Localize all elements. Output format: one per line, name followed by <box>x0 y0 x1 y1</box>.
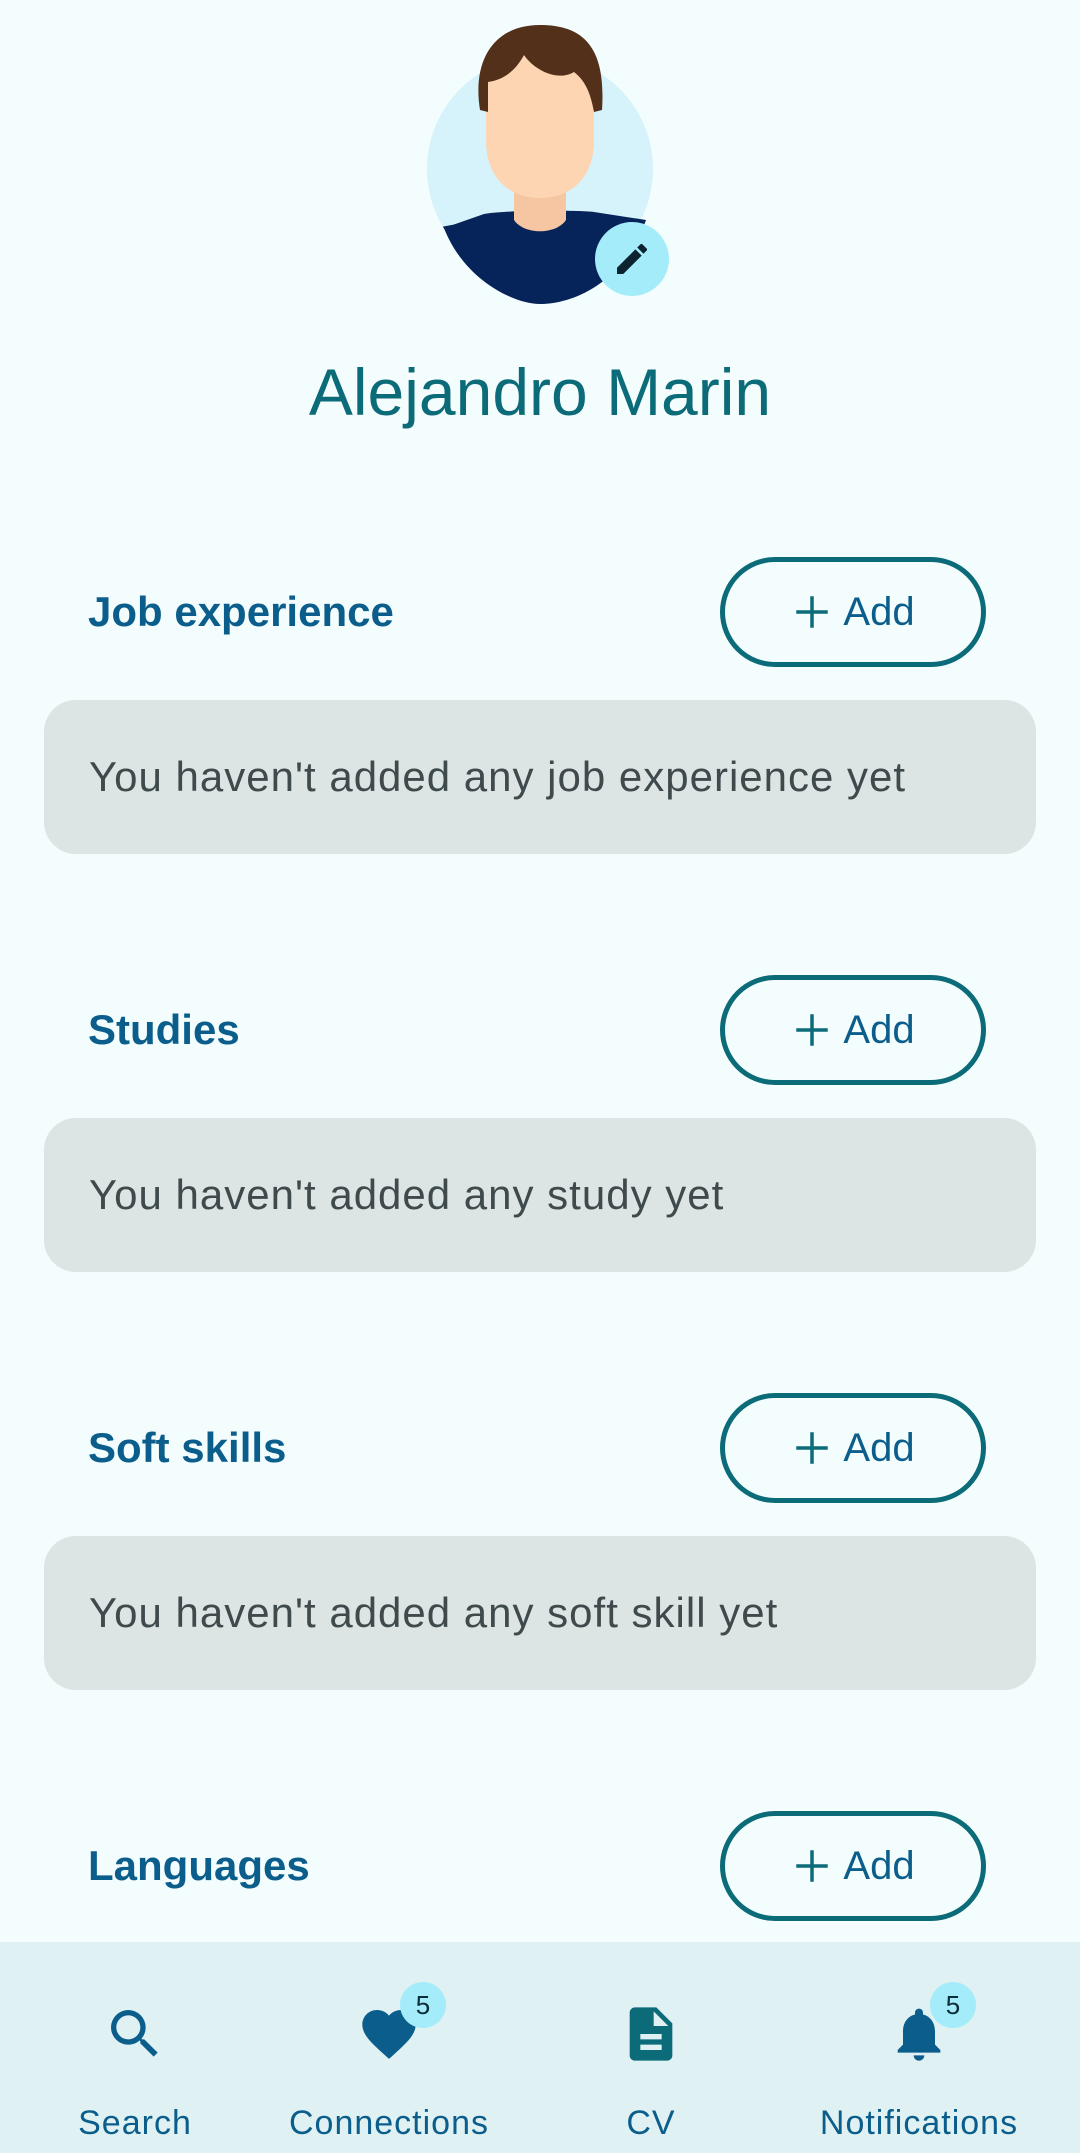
nav-item-notifications[interactable]: 5 Notifications <box>784 1942 1054 2153</box>
add-language-button[interactable]: Add <box>720 1811 986 1921</box>
plus-icon <box>796 1432 829 1464</box>
add-button-label: Add <box>843 1843 915 1888</box>
add-job-experience-button[interactable]: Add <box>720 557 986 667</box>
add-studies-button[interactable]: Add <box>720 975 986 1085</box>
job-experience-empty-card: You haven't added any job experience yet <box>44 700 1036 854</box>
soft-skills-empty-card: You haven't added any soft skill yet <box>44 1536 1036 1690</box>
section-job-experience-header: Job experience Add <box>88 557 986 667</box>
section-languages-header: Languages Add <box>88 1811 986 1921</box>
edit-avatar-button[interactable] <box>595 222 669 296</box>
section-title: Studies <box>88 1006 240 1053</box>
empty-state-text: You haven't added any study yet <box>89 1171 725 1218</box>
section-soft-skills-header: Soft skills Add <box>88 1393 986 1503</box>
profile-avatar-container <box>424 20 669 304</box>
add-button-label: Add <box>843 589 915 634</box>
connections-badge: 5 <box>400 1982 446 2028</box>
plus-icon <box>796 1014 829 1046</box>
bottom-navigation: Search 5 Connections CV 5 Notifications <box>0 1942 1080 2153</box>
nav-label: CV <box>626 2104 676 2142</box>
add-button-label: Add <box>843 1007 915 1052</box>
studies-empty-card: You haven't added any study yet <box>44 1118 1036 1272</box>
section-title: Job experience <box>88 588 394 635</box>
section-studies-header: Studies Add <box>88 975 986 1085</box>
empty-state-text: You haven't added any soft skill yet <box>89 1589 779 1636</box>
empty-state-text: You haven't added any job experience yet <box>89 753 907 800</box>
nav-label: Notifications <box>819 2104 1019 2142</box>
nav-item-cv[interactable]: CV <box>516 1942 786 2153</box>
pencil-icon <box>617 243 647 274</box>
add-button-label: Add <box>843 1425 915 1470</box>
plus-icon <box>796 1850 829 1882</box>
section-title: Languages <box>88 1842 310 1889</box>
section-title: Soft skills <box>88 1424 287 1471</box>
add-soft-skill-button[interactable]: Add <box>720 1393 986 1503</box>
notifications-badge: 5 <box>930 1982 976 2028</box>
profile-name: Alejandro Marin <box>308 355 772 429</box>
search-icon <box>111 2010 158 2057</box>
nav-label: Search <box>78 2104 192 2142</box>
document-icon <box>629 2007 673 2061</box>
nav-item-connections[interactable]: 5 Connections <box>254 1942 524 2153</box>
plus-icon <box>796 596 829 628</box>
nav-label: Connections <box>288 2104 489 2142</box>
nav-item-search[interactable]: Search <box>0 1942 270 2153</box>
